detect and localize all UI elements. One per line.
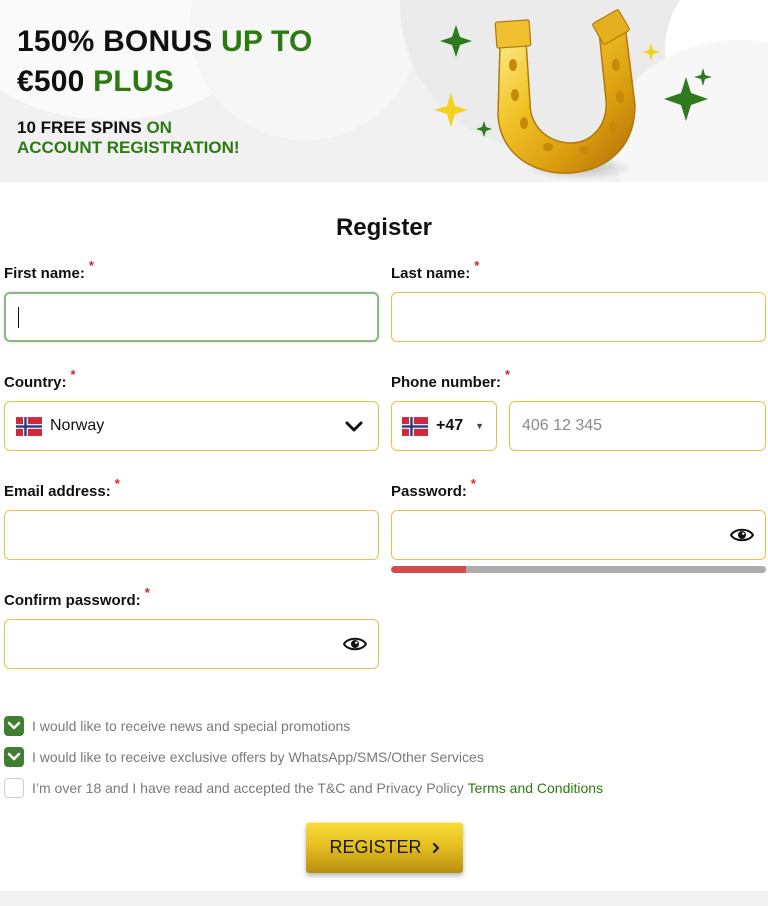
phone-placeholder: 406 12 345	[522, 417, 603, 434]
bonus-text: 150% BONUS	[17, 25, 213, 58]
horseshoe-icon	[434, 9, 712, 180]
text-caret	[18, 307, 19, 328]
country-label-text: Country:	[4, 374, 67, 391]
show-password-eye-icon[interactable]	[343, 635, 367, 653]
exclusive-offers-checkbox-row[interactable]: I would like to receive exclusive offers…	[4, 747, 484, 767]
show-password-eye-icon[interactable]	[730, 526, 754, 544]
required-mark: *	[470, 476, 476, 491]
news-promotions-checkbox-row[interactable]: I would like to receive news and special…	[4, 716, 350, 736]
last-name-label-text: Last name:	[391, 265, 471, 282]
exclusive-offers-checkbox[interactable]	[4, 747, 24, 767]
phone-label-text: Phone number:	[391, 374, 502, 391]
free-spins-count: 10 FREE SPINS	[17, 118, 142, 137]
free-spins-on: ON	[146, 118, 172, 137]
password-strength-bar	[391, 566, 766, 573]
first-name-input[interactable]	[4, 292, 379, 342]
news-promotions-checkbox[interactable]	[4, 716, 24, 736]
norway-flag-icon	[402, 416, 428, 436]
age-terms-checkbox-row[interactable]: I’m over 18 and I have read and accepted…	[4, 778, 603, 798]
phone-code-selected: +47 ▼	[402, 402, 484, 450]
password-label: Password: *	[391, 476, 476, 500]
news-promotions-label: I would like to receive news and special…	[32, 718, 351, 734]
first-name-label: First name: *	[4, 258, 94, 282]
phone-code-value: +47	[436, 417, 464, 434]
bonus-text-accent: UP TO	[220, 25, 313, 58]
chevron-right-icon	[432, 842, 439, 854]
password-label-text: Password:	[391, 483, 467, 500]
phone-number-input[interactable]: 406 12 345	[509, 401, 766, 451]
email-input[interactable]	[4, 510, 379, 560]
caret-down-icon: ▼	[475, 421, 485, 431]
password-input[interactable]	[391, 510, 766, 560]
country-label: Country: *	[4, 367, 76, 391]
last-name-input[interactable]	[391, 292, 766, 342]
exclusive-offers-label: I would like to receive exclusive offers…	[32, 749, 484, 765]
bonus-amount: €500	[17, 65, 85, 98]
phone-code-select[interactable]: +47 ▼	[391, 401, 497, 451]
required-mark: *	[88, 258, 94, 273]
required-mark: *	[144, 585, 150, 600]
email-label: Email address: *	[4, 476, 120, 500]
checkmark-icon	[7, 721, 21, 730]
country-selected: Norway	[16, 402, 104, 450]
norway-flag-icon	[16, 416, 42, 436]
email-label-text: Email address:	[4, 483, 111, 500]
age-terms-checkbox[interactable]	[4, 778, 24, 798]
bonus-line-1: 150% BONUS UP TO	[17, 22, 313, 62]
footer-strip	[0, 891, 768, 906]
promo-banner: 150% BONUS UP TO €500 PLUS 10 FREE SPINS…	[0, 0, 768, 182]
bonus-text-accent: PLUS	[93, 65, 174, 98]
confirm-password-label: Confirm password: *	[4, 585, 150, 609]
chevron-down-icon[interactable]	[344, 417, 364, 437]
country-value: Norway	[50, 417, 105, 434]
first-name-label-text: First name:	[4, 265, 85, 282]
confirm-password-label-text: Confirm password:	[4, 592, 141, 609]
last-name-label: Last name: *	[391, 258, 479, 282]
free-spins-condition: ACCOUNT REGISTRATION!	[17, 138, 240, 157]
required-mark: *	[474, 258, 480, 273]
free-spins-text: 10 FREE SPINS ON ACCOUNT REGISTRATION!	[17, 118, 313, 158]
phone-label: Phone number: *	[391, 367, 510, 391]
bonus-line-2: €500 PLUS	[17, 62, 313, 102]
required-mark: *	[505, 367, 511, 382]
register-button-label: REGISTER	[329, 837, 422, 857]
checkmark-icon	[7, 752, 21, 761]
page-title: Register	[335, 214, 433, 241]
password-strength-fill	[391, 566, 466, 573]
required-mark: *	[114, 476, 120, 491]
age-terms-label: I’m over 18 and I have read and accepted…	[32, 780, 464, 796]
terms-and-conditions-link[interactable]: Terms and Conditions	[468, 780, 603, 796]
required-mark: *	[70, 367, 76, 382]
banner-headline: 150% BONUS UP TO €500 PLUS 10 FREE SPINS…	[17, 22, 313, 158]
confirm-password-input[interactable]	[4, 619, 379, 669]
register-button[interactable]: REGISTER	[306, 822, 463, 873]
country-select[interactable]: Norway	[4, 401, 379, 451]
